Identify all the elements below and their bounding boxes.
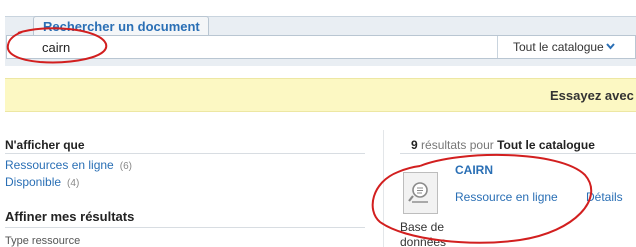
facet-divider [5,153,365,154]
filter-available-label: Disponible [5,175,62,189]
result-type-label: Base de données [400,220,447,247]
filter-online-resources-label: Ressources en ligne [5,158,114,172]
search-bar: Tout le catalogue [6,35,636,59]
filter-online-resources-count: (6) [119,161,132,172]
results-count-suffix: résultats pour [421,138,494,152]
filter-heading: N'afficher que [5,138,85,152]
filter-online-resources[interactable]: Ressources en ligne (6) [5,158,132,172]
online-resource-link[interactable]: Ressource en ligne [455,190,558,204]
results-scope: Tout le catalogue [497,138,595,152]
filter-available-count: (4) [67,178,80,189]
refine-heading: Affiner mes résultats [5,209,135,224]
result-thumbnail[interactable] [403,172,438,214]
results-summary: 9 résultats pour Tout le catalogue [411,138,595,152]
suggestion-text: Essayez avec [550,88,634,103]
scope-select-label: Tout le catalogue [513,40,604,54]
scope-select[interactable]: Tout le catalogue [497,36,636,58]
results-divider [400,153,636,154]
result-title-link[interactable]: CAIRN [455,163,493,177]
results-count: 9 [411,138,418,152]
facet-type-label: Type ressource [5,235,81,247]
column-divider [383,130,384,247]
filter-available[interactable]: Disponible (4) [5,175,79,189]
tab-search-document[interactable]: Rechercher un document [33,16,209,36]
facet-divider [5,227,365,228]
search-input[interactable] [42,39,482,56]
chevron-down-icon [606,43,615,50]
details-link[interactable]: Détails [586,190,623,204]
tab-search-document-label: Rechercher un document [43,19,200,34]
suggestion-band: Essayez avec [5,78,636,112]
document-search-icon [408,182,428,203]
